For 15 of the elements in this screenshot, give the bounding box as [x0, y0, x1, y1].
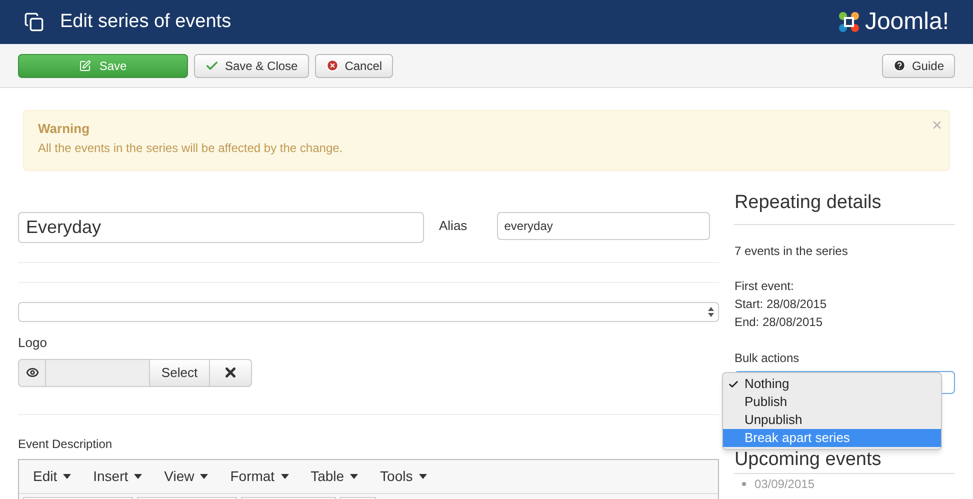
- description-label: Event Description: [18, 436, 114, 452]
- upcoming-date: 03/09/2015: [754, 476, 814, 492]
- first-event-label: First event:: [734, 278, 795, 294]
- warning-heading: Warning: [38, 120, 91, 138]
- start-date: Start: 28/08/2015: [734, 296, 828, 312]
- upcoming-heading: Upcoming events: [734, 448, 882, 470]
- series-count: 7 events in the series: [734, 242, 849, 260]
- page-title: Edit series of events: [60, 10, 232, 34]
- end-date: End: 28/08/2015: [734, 314, 824, 330]
- logo-text: Joomla!: [864, 7, 949, 37]
- bulk-actions-label: Bulk actions: [734, 350, 800, 366]
- sidebar-heading: Repeating details: [734, 191, 882, 215]
- logo-label: Logo: [18, 334, 48, 352]
- warning-message: All the events in the series will be affected by the change.: [38, 140, 344, 156]
- alias-label: Alias: [439, 217, 468, 235]
